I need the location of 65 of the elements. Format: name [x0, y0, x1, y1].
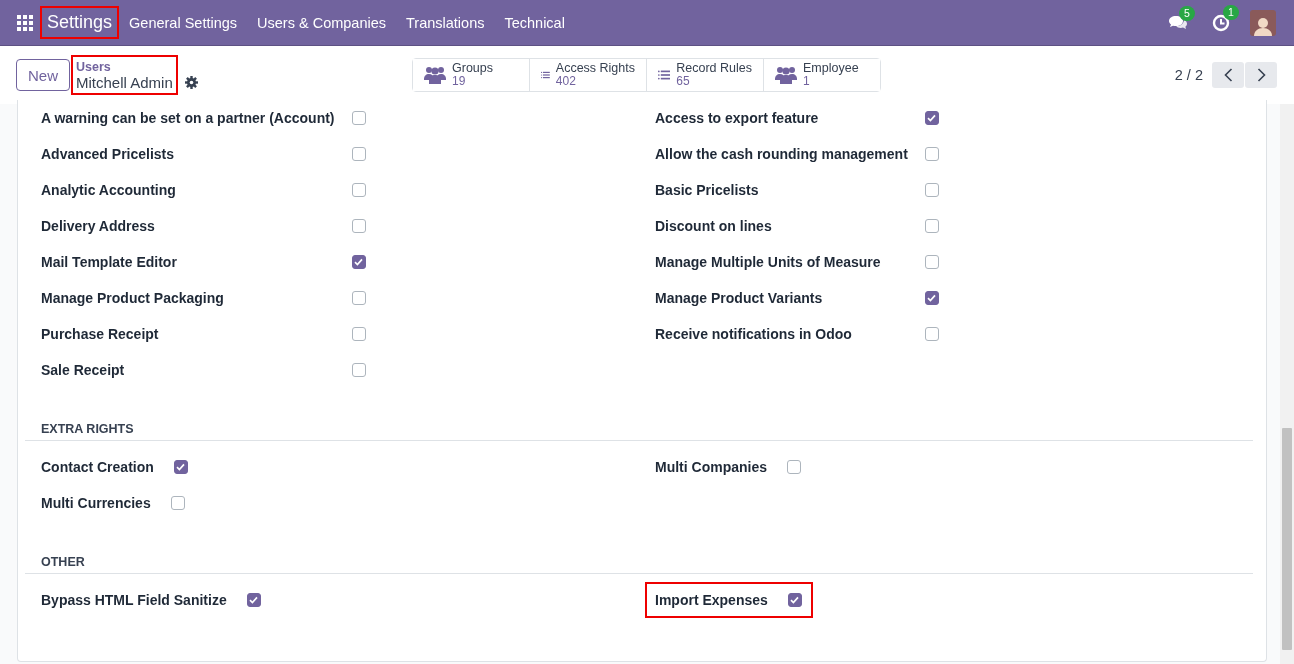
menu-item[interactable]: Technical: [504, 14, 565, 31]
section-heading: OTHER: [25, 554, 1253, 574]
people-icon: [424, 66, 446, 84]
setting-label: Delivery Address: [41, 217, 156, 236]
setting-label: Allow the cash rounding management: [655, 145, 908, 164]
settings-icon[interactable]: [184, 75, 198, 89]
apps-grid-icon[interactable]: [17, 14, 33, 31]
checkbox[interactable]: [246, 593, 261, 607]
checkbox[interactable]: [351, 327, 366, 341]
checkbox[interactable]: [924, 255, 939, 269]
count-badge: 1: [1223, 4, 1239, 20]
breadcrumb-link[interactable]: Users: [76, 59, 173, 75]
setting-label: Discount on lines: [655, 217, 773, 236]
checkbox[interactable]: [924, 183, 939, 197]
chevron-right-icon: [1256, 68, 1266, 82]
setting-label: Advanced Pricelists: [41, 145, 176, 164]
app-title[interactable]: Settings: [42, 8, 118, 37]
checkbox[interactable]: [924, 327, 939, 341]
checkbox[interactable]: [351, 291, 366, 305]
setting-label: Analytic Accounting: [41, 181, 177, 200]
chevron-left-icon: [1223, 68, 1233, 82]
menu-item[interactable]: General Settings: [129, 14, 238, 31]
record-title: Mitchell Admin: [76, 75, 173, 91]
checkbox[interactable]: [351, 363, 366, 377]
setting-label: A warning can be set on a partner (Account): [41, 109, 335, 128]
checkbox[interactable]: [787, 460, 801, 474]
smart-button[interactable]: Groups 19: [413, 59, 530, 91]
checkbox[interactable]: [351, 147, 366, 161]
setting-label: Bypass HTML Field Sanitize: [41, 591, 227, 610]
pager-value: 2 / 2: [1174, 67, 1203, 83]
menu-item[interactable]: Users & Companies: [257, 14, 386, 31]
setting-label: Sale Receipt: [41, 361, 126, 380]
clock-icon[interactable]: [1212, 13, 1230, 32]
setting-label: Multi Companies: [655, 458, 767, 477]
checkbox[interactable]: [924, 291, 939, 305]
previous-button[interactable]: [1212, 62, 1244, 88]
section-heading: EXTRA RIGHTS: [25, 421, 1253, 441]
checkbox[interactable]: [170, 496, 185, 510]
checkbox[interactable]: [351, 183, 366, 197]
checkbox[interactable]: [924, 111, 939, 125]
setting-label: Access to export feature: [655, 109, 820, 128]
checkbox[interactable]: [787, 593, 802, 607]
checkbox[interactable]: [173, 460, 188, 474]
people-icon: [775, 66, 797, 84]
setting-label: Manage Product Packaging: [41, 289, 225, 308]
avatar[interactable]: [1250, 9, 1276, 36]
setting-label: Receive notifications in Odoo: [655, 325, 853, 344]
checkbox[interactable]: [924, 219, 939, 233]
next-button[interactable]: [1245, 62, 1277, 88]
setting-label: Multi Currencies: [41, 494, 151, 513]
checkbox[interactable]: [351, 111, 366, 125]
setting-label: Import Expenses: [655, 591, 768, 610]
setting-label: Manage Multiple Units of Measure: [655, 253, 882, 272]
setting-label: Purchase Receipt: [41, 325, 160, 344]
menu-item[interactable]: Translations: [406, 14, 485, 31]
scrollbar[interactable]: [1280, 104, 1294, 664]
checkbox[interactable]: [351, 255, 366, 269]
setting-label: Basic Pricelists: [655, 181, 760, 200]
new-button[interactable]: New: [16, 59, 70, 91]
setting-label: Mail Template Editor: [41, 253, 178, 272]
checkbox[interactable]: [351, 219, 366, 233]
setting-label: Manage Product Variants: [655, 289, 824, 308]
setting-label: Contact Creation: [41, 458, 154, 477]
count-badge: 5: [1179, 5, 1195, 21]
checkbox[interactable]: [924, 147, 939, 161]
